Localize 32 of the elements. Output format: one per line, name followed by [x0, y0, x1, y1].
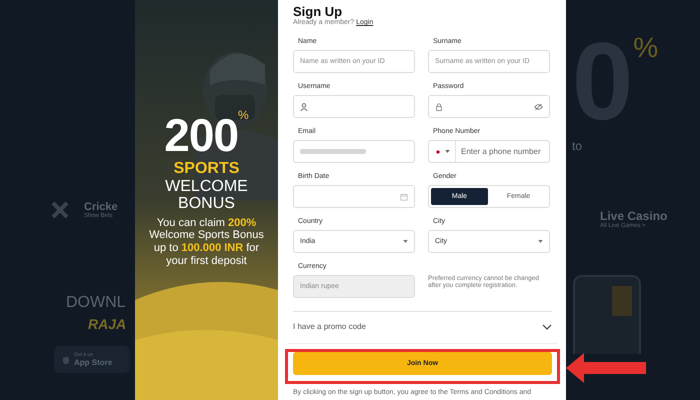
- date-field[interactable]: [293, 185, 415, 208]
- input-field[interactable]: [293, 95, 415, 118]
- brand-text: RAJA: [88, 316, 128, 332]
- bonus-number: 200: [164, 112, 238, 158]
- blurred-value: [300, 149, 366, 154]
- apple-icon: [62, 354, 70, 364]
- crossed-bats-icon: [50, 200, 70, 220]
- flag-icon: [434, 148, 442, 154]
- eye-slash-icon[interactable]: [534, 102, 543, 110]
- caret-icon: [538, 240, 543, 243]
- calendar-icon: [400, 192, 408, 200]
- lock-icon: [435, 102, 443, 110]
- bonus-description: You can claim 200% Welcome Sports Bonus up to 100.000 INR for your first deposit: [148, 216, 265, 268]
- bonus-heading: WELCOME: [165, 178, 248, 196]
- form-title: Sign Up: [293, 4, 342, 19]
- bonus-heading: BONUS: [178, 195, 235, 213]
- percent-sign: %: [238, 108, 249, 122]
- download-heading: DOWNL: [66, 294, 126, 312]
- caret-icon: [445, 150, 450, 153]
- user-icon: [300, 102, 308, 110]
- percent-sign: %: [633, 32, 658, 64]
- caret-icon: [403, 240, 408, 243]
- category-title: Cricke: [84, 201, 118, 213]
- input-field[interactable]: [428, 95, 550, 118]
- bonus-heading: SPORTS: [174, 160, 240, 178]
- live-casino-title: Live Casino: [600, 209, 668, 223]
- phone-field[interactable]: Enter a phone number: [428, 140, 550, 163]
- chevron-down-icon: [542, 324, 552, 330]
- arrow-icon: [566, 353, 646, 383]
- promo-code-toggle[interactable]: I have a promo code: [293, 311, 552, 343]
- hero-text: to: [572, 139, 584, 153]
- input-field[interactable]: [293, 140, 415, 163]
